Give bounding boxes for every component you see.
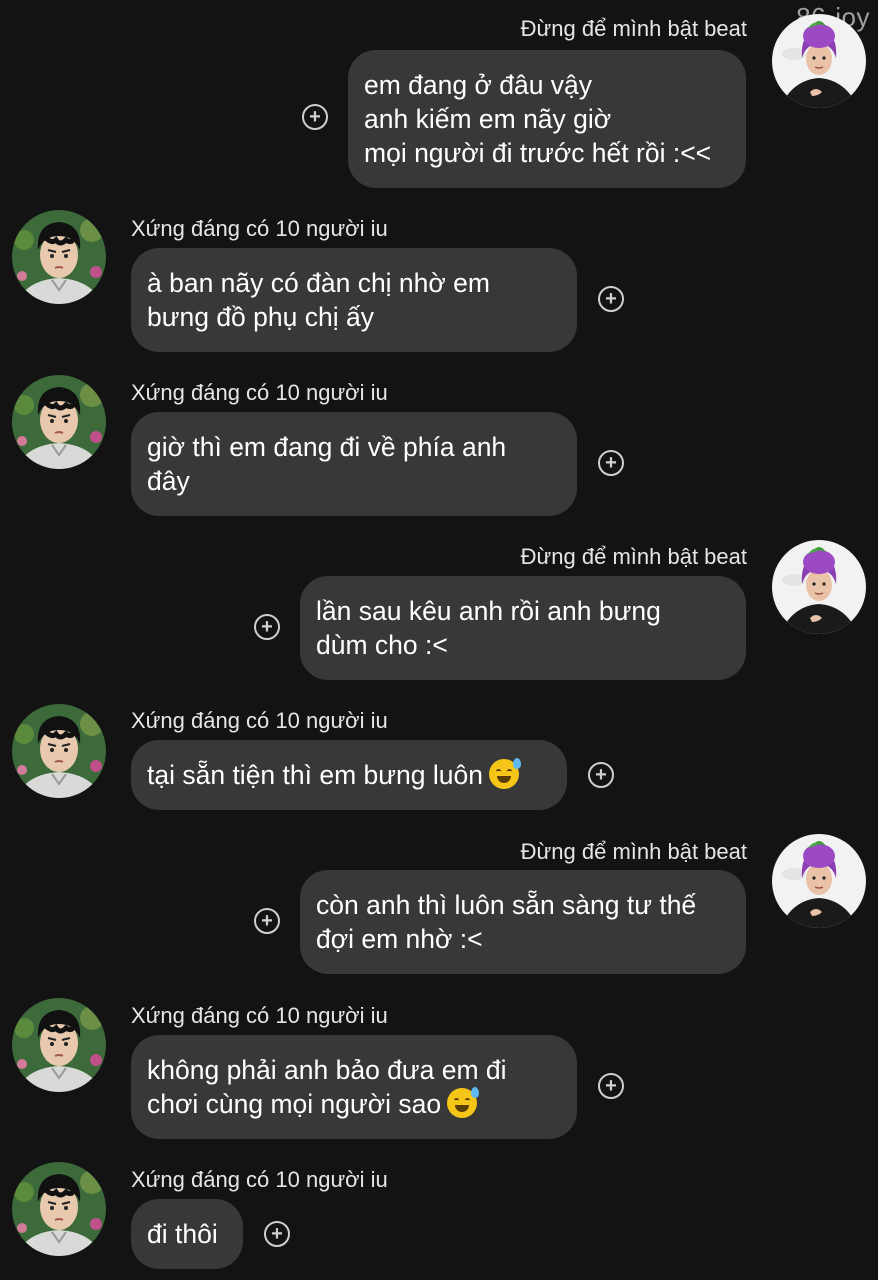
message-bubble[interactable]: à ban nãy có đàn chị nhờ em bưng đồ phụ …: [131, 248, 577, 352]
grinning-sweat-emoji: [447, 1087, 480, 1118]
message-text: giờ thì em đang đi về phía anh: [147, 432, 507, 462]
message-text: không phải anh bảo đưa em đi: [147, 1055, 507, 1085]
message-text: em đang ở đâu vậy: [364, 70, 593, 100]
avatar[interactable]: [12, 704, 106, 798]
message-bubble[interactable]: đi thôi: [131, 1199, 243, 1269]
sender-name: Xứng đáng có 10 người iu: [131, 216, 388, 241]
message-text: đây: [147, 466, 190, 496]
sender-name: Xứng đáng có 10 người iu: [131, 1167, 388, 1192]
message-bubble[interactable]: không phải anh bảo đưa em đi chơi cùng m…: [131, 1035, 577, 1139]
message-text: dùm cho :<: [316, 630, 448, 660]
message-text: đi thôi: [147, 1219, 218, 1249]
sender-name: Đừng để mình bật beat: [520, 544, 747, 569]
message-text: đợi em nhờ :<: [316, 924, 483, 954]
add-reaction-icon[interactable]: +: [264, 1221, 290, 1247]
message-bubble[interactable]: giờ thì em đang đi về phía anh đây: [131, 412, 577, 516]
sender-name: Đừng để mình bật beat: [520, 16, 747, 41]
message-text: lần sau kêu anh rồi anh bưng: [316, 596, 661, 626]
message-line: chơi cùng mọi người sao: [147, 1087, 561, 1121]
add-reaction-icon[interactable]: +: [588, 762, 614, 788]
message-text: mọi người đi trước hết rồi :<<: [364, 138, 712, 168]
add-reaction-icon[interactable]: +: [254, 908, 280, 934]
avatar[interactable]: [12, 210, 106, 304]
message-text: bưng đồ phụ chị ấy: [147, 302, 374, 332]
message-bubble[interactable]: tại sẵn tiện thì em bưng luôn: [131, 740, 567, 810]
message-bubble[interactable]: em đang ở đâu vậy anh kiếm em nãy giờ mọ…: [348, 50, 746, 188]
message-text: à ban nãy có đàn chị nhờ em: [147, 268, 490, 298]
avatar[interactable]: [12, 998, 106, 1092]
message-bubble[interactable]: lần sau kêu anh rồi anh bưng dùm cho :<: [300, 576, 746, 680]
avatar[interactable]: [12, 1162, 106, 1256]
add-reaction-icon[interactable]: +: [302, 104, 328, 130]
avatar[interactable]: [772, 14, 866, 108]
message-text: anh kiếm em nãy giờ: [364, 104, 612, 134]
avatar[interactable]: [772, 540, 866, 634]
message-text: tại sẵn tiện thì em bưng luôn: [147, 760, 483, 790]
message-text: còn anh thì luôn sẵn sàng tư thế: [316, 890, 697, 920]
sender-name: Đừng để mình bật beat: [520, 839, 747, 864]
sender-name: Xứng đáng có 10 người iu: [131, 708, 388, 733]
grinning-sweat-emoji: [488, 758, 521, 789]
add-reaction-icon[interactable]: +: [598, 450, 624, 476]
avatar[interactable]: [772, 834, 866, 928]
message-text: chơi cùng mọi người sao: [147, 1089, 442, 1119]
add-reaction-icon[interactable]: +: [254, 614, 280, 640]
message-line: tại sẵn tiện thì em bưng luôn: [147, 758, 551, 792]
add-reaction-icon[interactable]: +: [598, 286, 624, 312]
add-reaction-icon[interactable]: +: [598, 1073, 624, 1099]
sender-name: Xứng đáng có 10 người iu: [131, 380, 388, 405]
sender-name: Xứng đáng có 10 người iu: [131, 1003, 388, 1028]
avatar[interactable]: [12, 375, 106, 469]
message-bubble[interactable]: còn anh thì luôn sẵn sàng tư thế đợi em …: [300, 870, 746, 974]
